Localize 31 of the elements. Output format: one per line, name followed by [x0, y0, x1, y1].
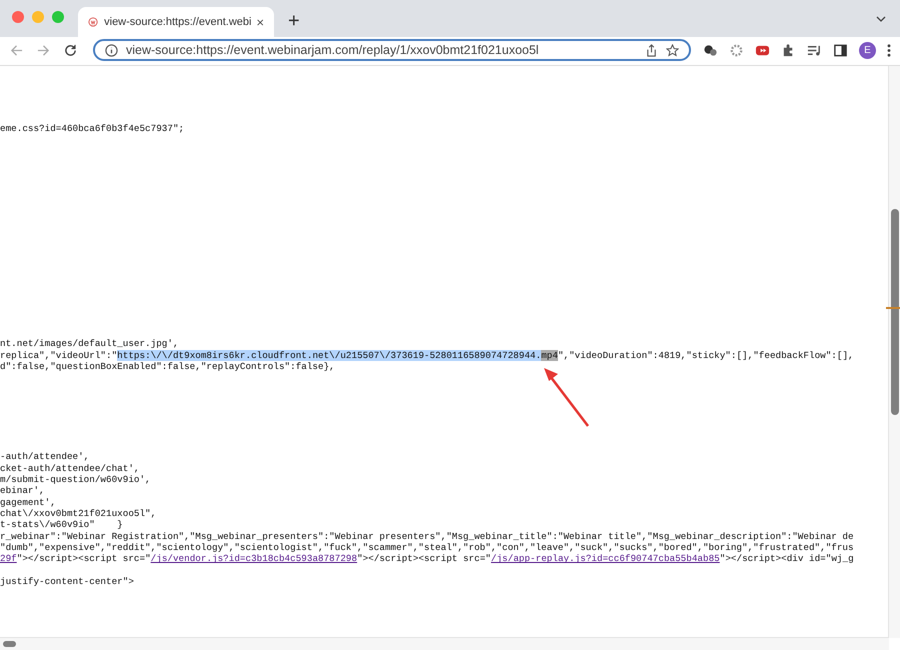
source-code-line: chat\/xxov0bmt21f021uxoo5l", — [0, 508, 158, 520]
chevron-down-icon[interactable] — [876, 16, 886, 22]
source-code-line: "dumb","expensive","reddit","scientology","scientologist","fuck","scammer","steal","rob","con","leave","suck","sucks","bored","boring","frustrated","frus — [0, 542, 855, 554]
source-code-line: eme.css?id=460bca6f0b3f4e5c7937"; — [0, 123, 186, 134]
horizontal-scrollbar[interactable] — [0, 637, 889, 650]
side-panel-icon[interactable] — [833, 42, 848, 58]
source-code-line: t-stats\/w60v9io" } — [0, 519, 124, 531]
tab-title: view-source:https://event.webi — [104, 16, 252, 28]
star-icon[interactable] — [666, 44, 679, 56]
share-icon[interactable] — [645, 44, 658, 56]
source-code-line: -auth/attendee', — [0, 451, 90, 463]
profile-avatar[interactable]: E — [859, 42, 876, 58]
balls-icon[interactable] — [703, 42, 718, 58]
source-code-line: nt.net/images/default_user.jpg', — [0, 338, 180, 350]
vertical-scrollbar[interactable] — [888, 66, 900, 638]
source-code-line: r_webinar":"Webinar Registration","Msg_webinar_presenters":"Webinar presenters","Msg_webinar_title":"Webinar title","Msg_webinar_description":"Webinar de — [0, 530, 855, 542]
more-menu-icon[interactable] — [887, 42, 891, 58]
source-code-line: cket-auth/attendee/chat', — [0, 462, 140, 474]
source-code-line: justify-content-center"> — [0, 576, 135, 588]
reload-icon[interactable] — [64, 44, 77, 56]
source-code-line: d":false,"questionBoxEnabled":false,"replayControls":false}, — [0, 361, 336, 372]
address-bar[interactable]: view-source:https://event.webinarjam.com/replay/1/xxov0bmt21f021uxoo5l — [93, 39, 691, 61]
source-code-line: ebinar', — [0, 485, 46, 497]
new-tab-button[interactable]: + — [288, 11, 300, 31]
source-code-line: m/submit-question/w60v9io', — [0, 474, 152, 486]
close-tab-icon[interactable] — [257, 18, 264, 26]
source-code-line: gagement', — [0, 496, 57, 508]
browser-tab[interactable]: view-source:https://event.webi — [78, 7, 274, 37]
favicon-icon — [88, 15, 98, 29]
info-icon — [105, 44, 118, 56]
source-code-line: 29f"></script><script src="/js/vendor.js?id=c3b18cb4c593a8787298"></script><script src="/js/app-replay.js?id=cc6f90747cba55b4ab85"></script><div id="wj_g — [0, 553, 855, 565]
